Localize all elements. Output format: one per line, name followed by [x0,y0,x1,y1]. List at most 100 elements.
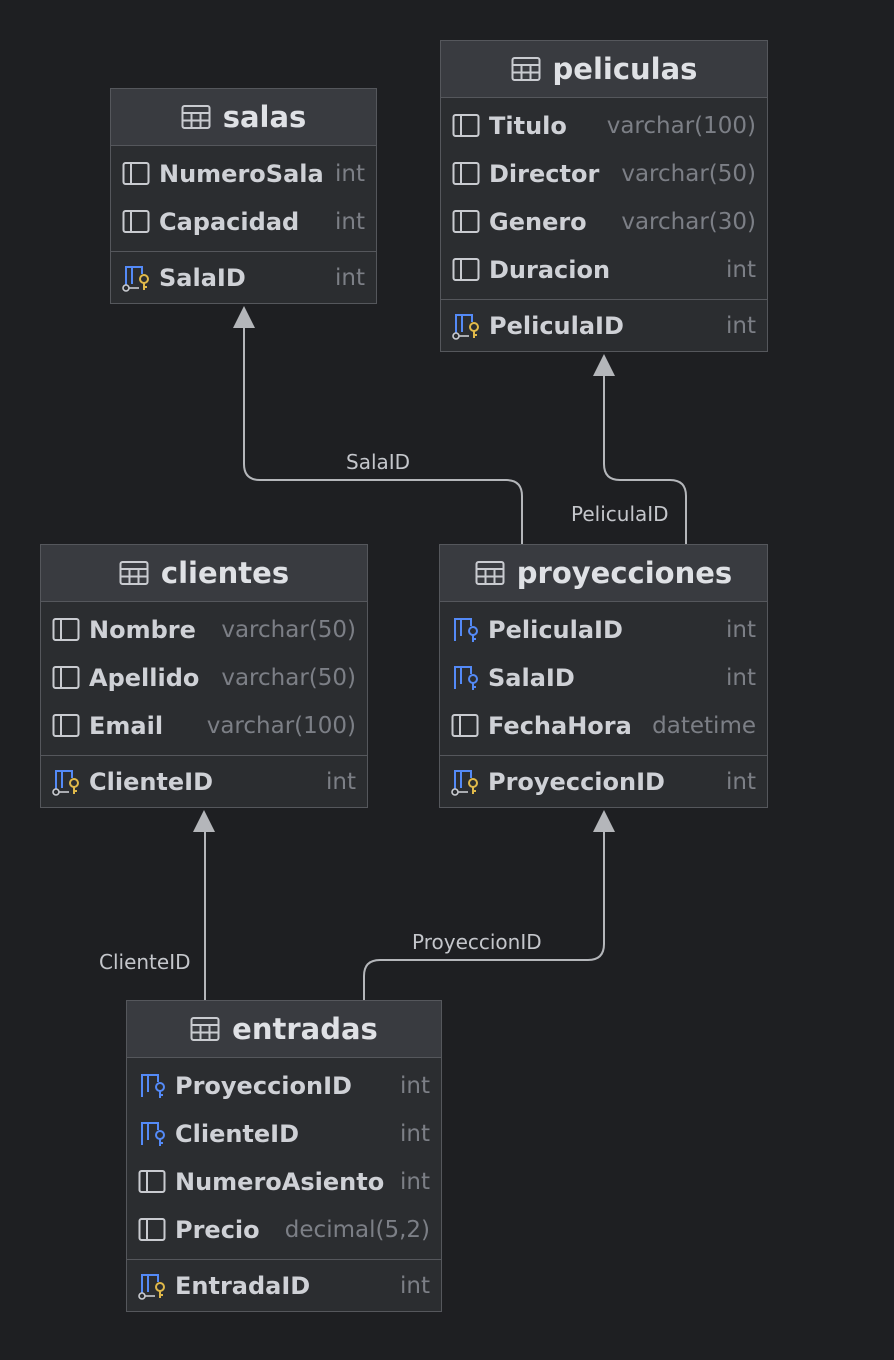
column-name: Titulo [489,112,567,140]
column-row[interactable]: Precio decimal(5,2) [127,1206,441,1254]
column-icon [452,208,482,236]
column-name: Director [489,160,600,188]
column-row[interactable]: Apellido varchar(50) [41,654,367,702]
column-row[interactable]: NumeroAsiento int [127,1158,441,1206]
column-name: PeliculaID [488,616,623,644]
column-row[interactable]: Nombre varchar(50) [41,606,367,654]
table-header[interactable]: entradas [127,1001,441,1058]
arrowhead [233,306,255,328]
column-row[interactable]: Titulo varchar(100) [441,102,767,150]
relation-label: SalaID [346,450,411,474]
table-proyecciones[interactable]: proyecciones PeliculaID int SalaID int FechaH… [439,544,768,808]
foreign-key-icon [138,1120,168,1148]
column-name: Precio [175,1216,260,1244]
column-name: ProyeccionID [175,1072,352,1100]
column-type: int [400,1272,430,1299]
relation-line-proyeccionid[interactable] [363,832,605,1000]
table-header[interactable]: clientes [41,545,367,602]
foreign-key-icon [451,664,481,692]
primary-key-icon [122,264,152,292]
primary-key-row[interactable]: EntradaID int [127,1259,441,1311]
column-icon [122,160,152,188]
primary-key-icon [451,768,481,796]
column-type: int [726,617,756,643]
column-type: varchar(100) [606,113,756,139]
relation-line-salaid[interactable] [243,328,523,544]
column-type: int [335,209,365,235]
table-title: peliculas [552,52,698,86]
column-row[interactable]: ClienteID int [127,1110,441,1158]
primary-key-icon [138,1272,168,1300]
column-icon [452,160,482,188]
table-title: entradas [232,1012,378,1046]
column-type: int [726,665,756,691]
table-icon [181,104,211,130]
column-icon [52,712,82,740]
table-peliculas[interactable]: peliculas Titulo varchar(100) Director varch… [440,40,768,352]
relation-label: PeliculaID [571,502,669,526]
table-header[interactable]: salas [111,89,376,146]
column-row[interactable]: ProyeccionID int [127,1062,441,1110]
column-row[interactable]: Duracion int [441,246,767,294]
primary-key-row[interactable]: ProyeccionID int [440,755,767,807]
column-type: datetime [652,713,756,739]
primary-key-row[interactable]: ClienteID int [41,755,367,807]
column-name: NumeroAsiento [175,1168,385,1196]
column-name: Apellido [89,664,200,692]
column-name: Genero [489,208,587,236]
foreign-key-icon [451,616,481,644]
table-header[interactable]: peliculas [441,41,767,98]
relation-label: ClienteID [99,950,191,974]
column-row[interactable]: Email varchar(100) [41,702,367,750]
column-type: int [726,312,756,339]
arrowhead [593,810,615,832]
table-title: proyecciones [516,556,733,590]
column-icon [138,1168,168,1196]
table-header[interactable]: proyecciones [440,545,767,602]
column-row[interactable]: Genero varchar(30) [441,198,767,246]
column-icon [451,712,481,740]
column-icon [52,664,82,692]
column-type: int [400,1169,430,1195]
column-name: Capacidad [159,208,300,236]
column-type: int [335,161,365,187]
column-type: int [400,1073,430,1099]
column-row[interactable]: Director varchar(50) [441,150,767,198]
table-title: salas [222,100,307,134]
arrowhead [593,354,615,376]
column-icon [452,112,482,140]
column-row[interactable]: NumeroSala int [111,150,376,198]
primary-key-row[interactable]: PeliculaID int [441,299,767,351]
column-row[interactable]: FechaHora datetime [440,702,767,750]
column-type: varchar(50) [221,617,356,643]
column-type: int [326,768,356,795]
column-type: decimal(5,2) [284,1217,430,1243]
column-type: int [335,264,365,291]
column-row[interactable]: SalaID int [440,654,767,702]
column-name: FechaHora [488,712,632,740]
column-icon [138,1216,168,1244]
column-type: varchar(50) [221,665,356,691]
primary-key-row[interactable]: SalaID int [111,251,376,303]
column-name: SalaID [159,263,246,292]
column-name: SalaID [488,664,575,692]
column-row[interactable]: PeliculaID int [440,606,767,654]
column-name: NumeroSala [159,160,324,188]
table-title: clientes [160,556,290,590]
column-type: int [726,257,756,283]
table-entradas[interactable]: entradas ProyeccionID int ClienteID int Numer… [126,1000,442,1312]
column-name: ClienteID [89,767,214,796]
column-name: EntradaID [175,1271,311,1300]
column-row[interactable]: Capacidad int [111,198,376,246]
relation-label: ProyeccionID [412,930,542,954]
table-salas[interactable]: salas NumeroSala int Capacidad int SalaID int [110,88,377,304]
column-name: ProyeccionID [488,767,665,796]
column-icon [452,256,482,284]
column-name: Nombre [89,616,196,644]
column-name: Duracion [489,256,611,284]
column-type: varchar(50) [621,161,756,187]
column-name: PeliculaID [489,311,624,340]
table-clientes[interactable]: clientes Nombre varchar(50) Apellido varchar… [40,544,368,808]
table-icon [119,560,149,586]
column-type: int [400,1121,430,1147]
